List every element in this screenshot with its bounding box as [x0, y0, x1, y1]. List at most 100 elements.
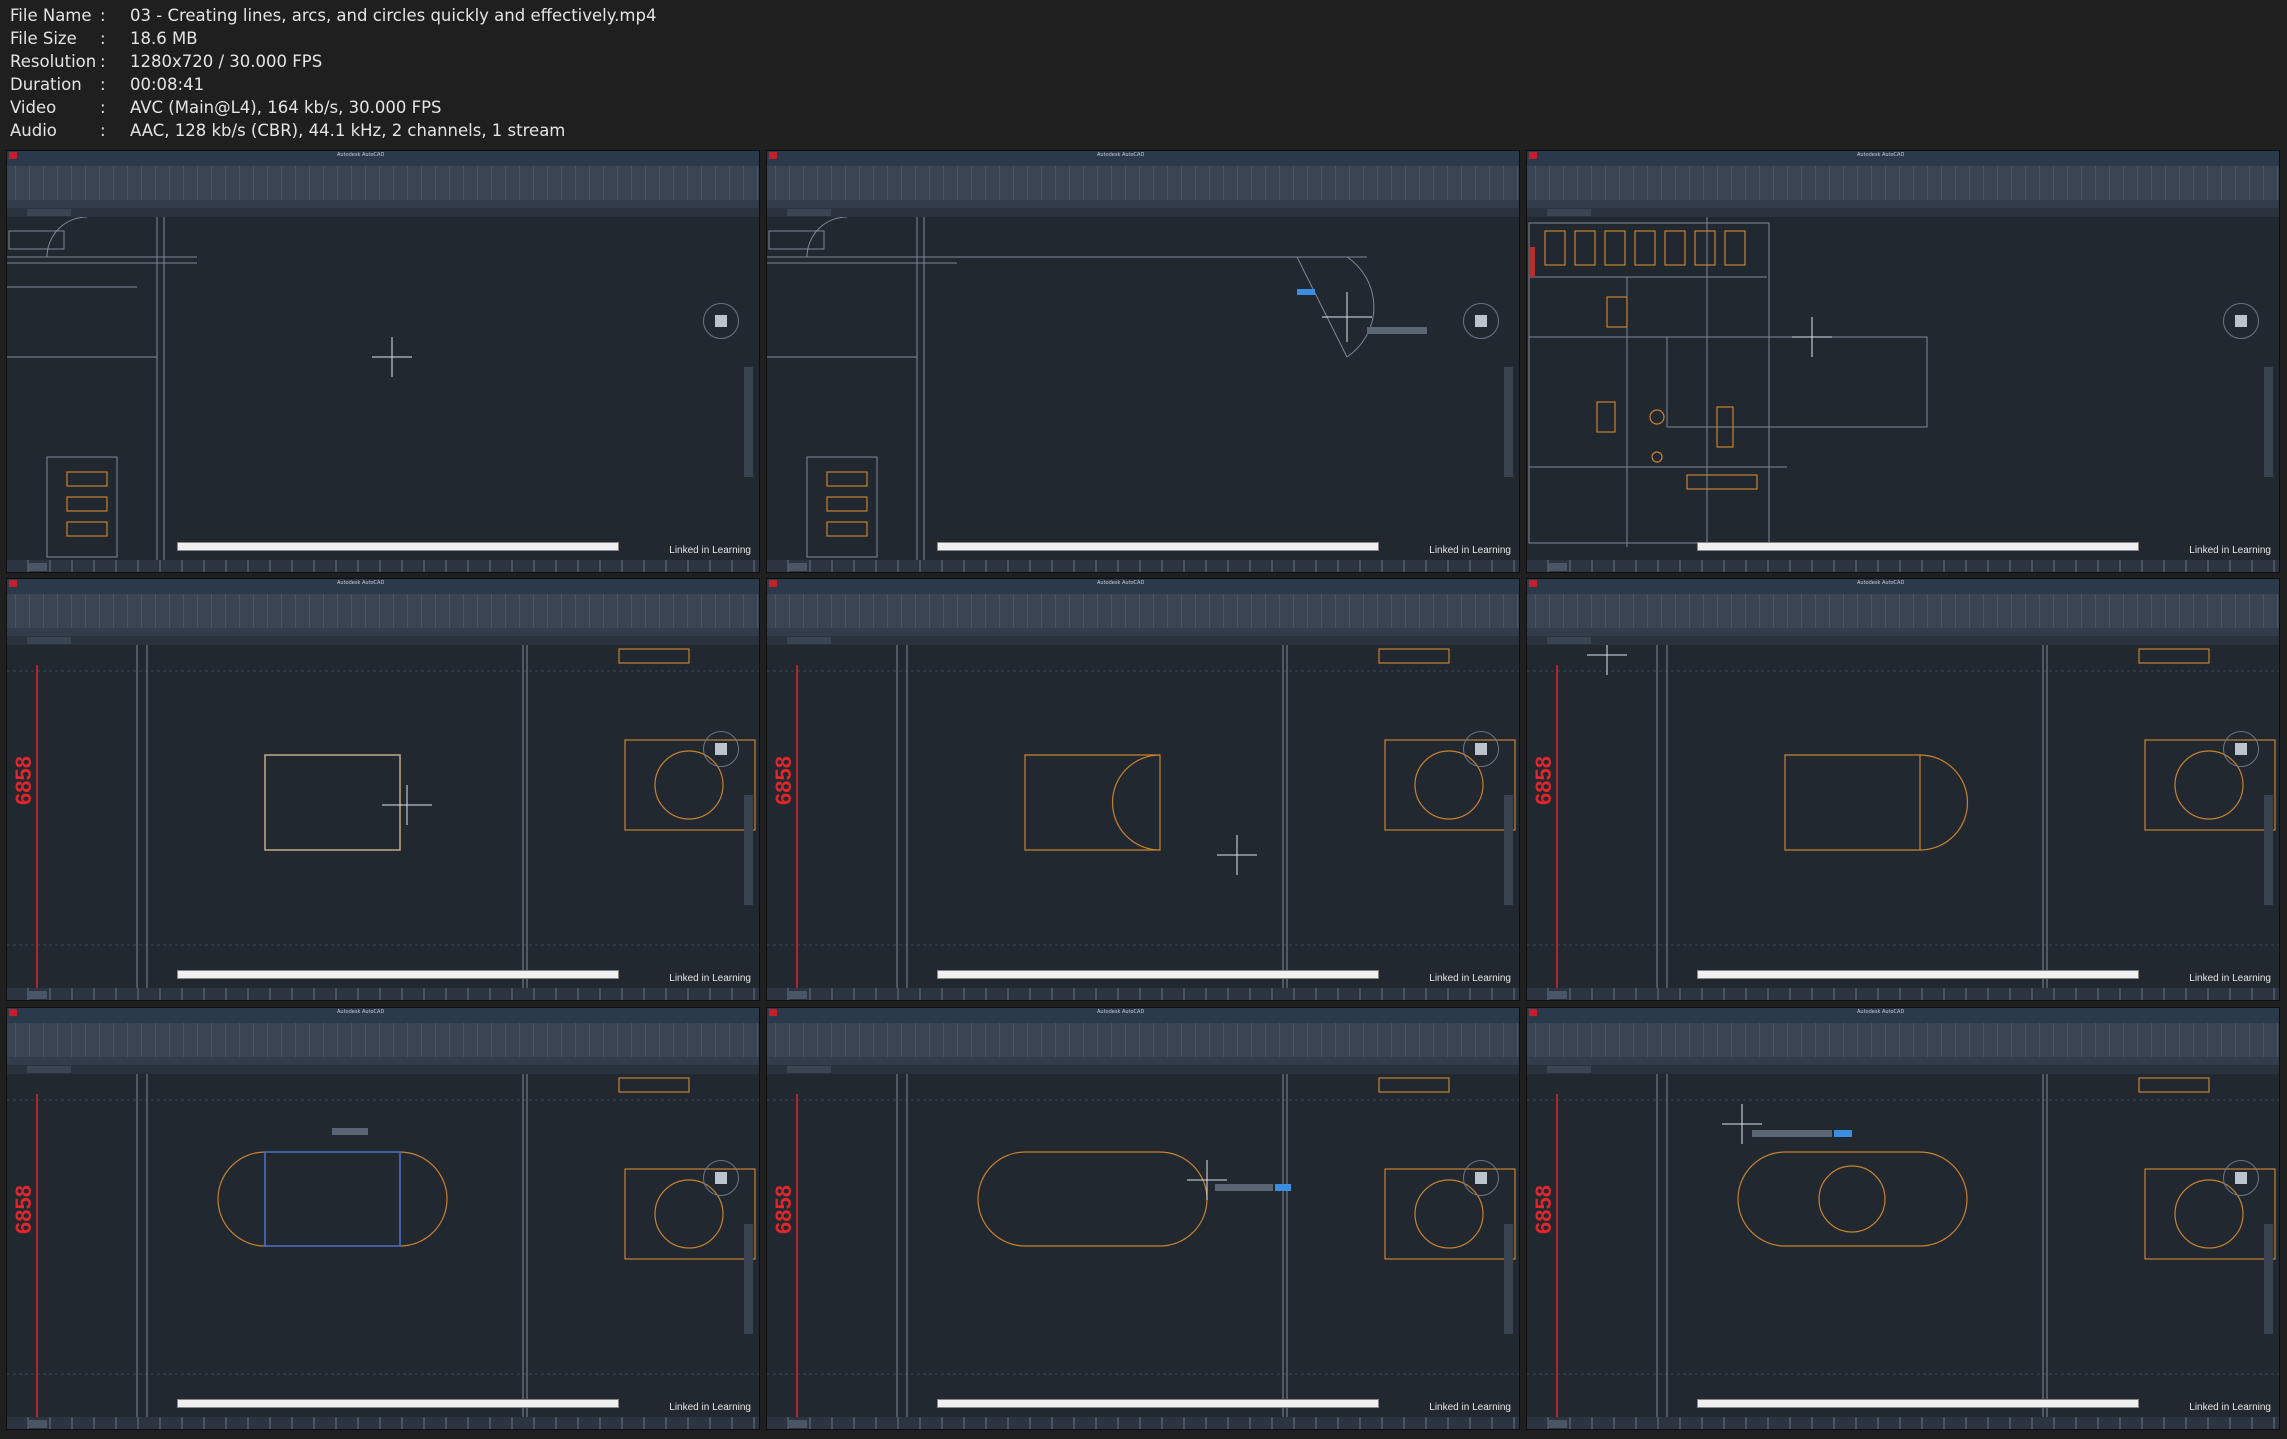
separator: : — [100, 52, 106, 71]
document-tab — [27, 637, 71, 644]
command-line-input[interactable] — [177, 542, 619, 551]
command-line-input[interactable] — [937, 970, 1379, 979]
autocad-logo-icon — [1529, 580, 1537, 587]
document-tab — [1547, 209, 1591, 216]
file-name-value: 03 - Creating lines, arcs, and circles q… — [130, 6, 657, 25]
model-tab[interactable] — [787, 563, 807, 571]
command-line-input[interactable] — [937, 542, 1379, 551]
viewcube-icon[interactable] — [1463, 303, 1499, 339]
viewcube-icon[interactable] — [703, 731, 739, 767]
drawing-canvas — [767, 217, 1519, 560]
app-title: Autodesk AutoCAD — [337, 580, 385, 586]
separator: : — [100, 121, 106, 140]
drawing-canvas: 6858 — [7, 1074, 759, 1417]
thumbnail-frame-8: Autodesk AutoCAD 6858 Linked in Learning — [766, 1007, 1520, 1430]
document-tabs — [7, 636, 759, 645]
viewcube-icon[interactable] — [2223, 303, 2259, 339]
app-title: Autodesk AutoCAD — [1097, 152, 1145, 158]
linkedin-learning-watermark: Linked in Learning — [669, 545, 751, 556]
linkedin-learning-watermark: Linked in Learning — [2189, 545, 2271, 556]
status-bar — [1527, 988, 2279, 1000]
drawing-canvas — [1527, 217, 2279, 560]
ribbon-toolbar — [7, 594, 759, 636]
model-tab[interactable] — [1547, 1420, 1567, 1428]
title-bar: Autodesk AutoCAD — [7, 579, 759, 588]
viewcube-icon[interactable] — [1463, 1160, 1499, 1196]
resolution-value: 1280x720 / 30.000 FPS — [130, 52, 323, 71]
command-line-input[interactable] — [177, 1399, 619, 1408]
title-bar: Autodesk AutoCAD — [1527, 1008, 2279, 1017]
viewcube-icon[interactable] — [703, 303, 739, 339]
floor-plan-drawing — [767, 1074, 1519, 1417]
thumbnail-frame-1: Autodesk AutoCAD Linked in Learning — [6, 150, 760, 573]
model-tab[interactable] — [27, 991, 47, 999]
command-line-input[interactable] — [1697, 1399, 2139, 1408]
document-tabs — [1527, 1065, 2279, 1074]
autocad-logo-icon — [769, 152, 777, 159]
model-tab[interactable] — [1547, 563, 1567, 571]
separator: : — [100, 98, 106, 117]
model-tab[interactable] — [787, 991, 807, 999]
document-tabs — [1527, 208, 2279, 217]
navigation-bar[interactable] — [2264, 1224, 2273, 1334]
file-name-label: File Name — [10, 6, 92, 25]
separator: : — [100, 29, 106, 48]
linkedin-learning-watermark: Linked in Learning — [669, 1402, 751, 1413]
thumbnail-frame-4: Autodesk AutoCAD 6858 Linked in Learning — [6, 578, 760, 1001]
dimension-label: 6858 — [1531, 756, 1556, 805]
status-bar — [1527, 560, 2279, 572]
command-line-input[interactable] — [1697, 970, 2139, 979]
viewcube-icon[interactable] — [703, 1160, 739, 1196]
viewcube-icon[interactable] — [2223, 1160, 2259, 1196]
document-tabs — [7, 208, 759, 217]
dimension-label: 6858 — [11, 756, 36, 805]
audio-value: AAC, 128 kb/s (CBR), 44.1 kHz, 2 channel… — [130, 121, 566, 140]
document-tab — [787, 637, 831, 644]
thumbnail-frame-5: Autodesk AutoCAD 6858 Linked in Learning — [766, 578, 1520, 1001]
autocad-logo-icon — [1529, 152, 1537, 159]
model-tab[interactable] — [27, 563, 47, 571]
floor-plan-drawing — [1528, 217, 1928, 547]
floor-plan-drawing — [1527, 1074, 2279, 1417]
ribbon-toolbar — [7, 166, 759, 208]
video-row: Video : AVC (Main@L4), 164 kb/s, 30.000 … — [10, 96, 656, 119]
thumbnail-frame-6: Autodesk AutoCAD 6858 Linked in Learning — [1526, 578, 2280, 1001]
status-bar — [767, 988, 1519, 1000]
floor-plan-drawing — [1527, 645, 2279, 988]
model-tab[interactable] — [1547, 991, 1567, 999]
model-tab[interactable] — [27, 1420, 47, 1428]
autocad-logo-icon — [1529, 1009, 1537, 1016]
thumbnail-frame-3: Autodesk AutoCAD Linked in Learning — [1526, 150, 2280, 573]
navigation-bar[interactable] — [1504, 795, 1513, 905]
navigation-bar[interactable] — [1504, 367, 1513, 477]
file-size-value: 18.6 MB — [130, 29, 198, 48]
autocad-logo-icon — [9, 580, 17, 587]
navigation-bar[interactable] — [2264, 367, 2273, 477]
viewcube-icon[interactable] — [1463, 731, 1499, 767]
navigation-bar[interactable] — [744, 795, 753, 905]
command-line-input[interactable] — [177, 970, 619, 979]
thumbnail-frame-2: Autodesk AutoCAD Linked in Learning — [766, 150, 1520, 573]
status-bar — [7, 560, 759, 572]
floor-plan-drawing — [7, 645, 759, 988]
navigation-bar[interactable] — [1504, 1224, 1513, 1334]
app-title: Autodesk AutoCAD — [337, 152, 385, 158]
command-line-input[interactable] — [1697, 542, 2139, 551]
navigation-bar[interactable] — [744, 1224, 753, 1334]
duration-label: Duration — [10, 75, 82, 94]
autocad-logo-icon — [9, 1009, 17, 1016]
file-name-row: File Name : 03 - Creating lines, arcs, a… — [10, 4, 656, 27]
linkedin-learning-watermark: Linked in Learning — [2189, 1402, 2271, 1413]
drawing-canvas: 6858 — [1527, 1074, 2279, 1417]
ribbon-toolbar — [7, 1023, 759, 1065]
model-tab[interactable] — [787, 1420, 807, 1428]
thumbnail-frame-9: Autodesk AutoCAD 6858 Linked in Learning — [1526, 1007, 2280, 1430]
navigation-bar[interactable] — [744, 367, 753, 477]
navigation-bar[interactable] — [2264, 795, 2273, 905]
document-tab — [1547, 1066, 1591, 1073]
status-bar — [1527, 1417, 2279, 1429]
viewcube-icon[interactable] — [2223, 731, 2259, 767]
command-line-input[interactable] — [937, 1399, 1379, 1408]
autocad-logo-icon — [9, 152, 17, 159]
document-tabs — [767, 636, 1519, 645]
